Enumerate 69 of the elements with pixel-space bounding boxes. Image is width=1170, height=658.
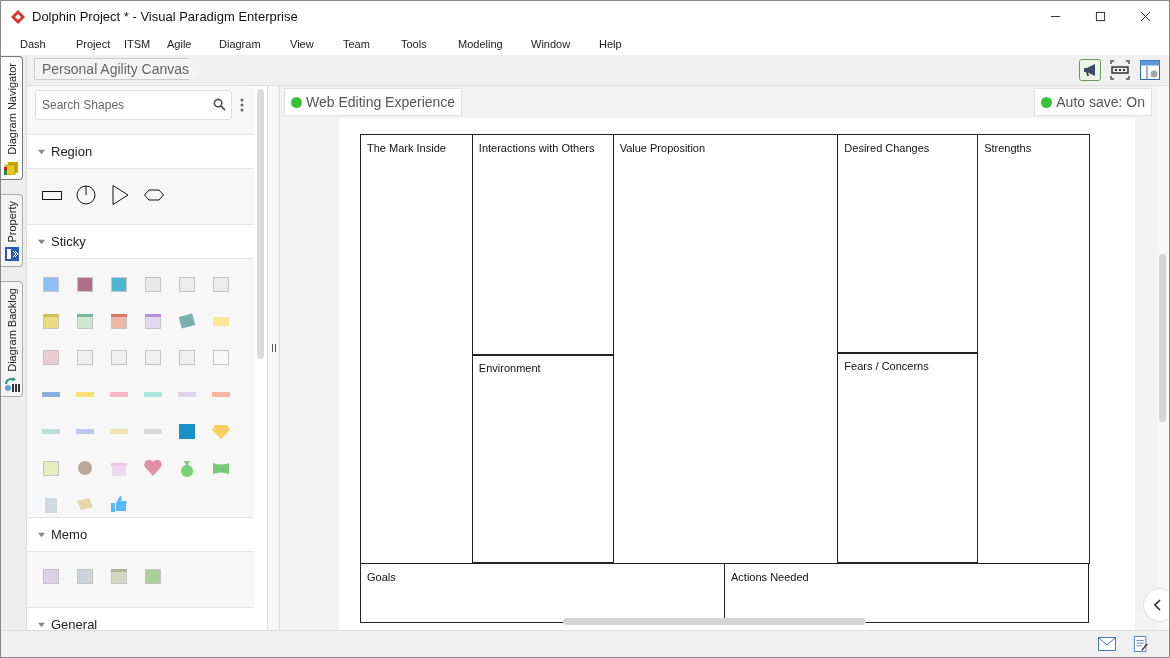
sticky-note-icon[interactable] bbox=[75, 347, 95, 368]
app-logo-icon bbox=[10, 8, 26, 25]
menu-item[interactable]: View bbox=[290, 37, 343, 50]
search-icon[interactable] bbox=[213, 98, 226, 111]
menu-item[interactable]: Window bbox=[531, 37, 599, 50]
canvas-section: Interactions with Others bbox=[471, 134, 614, 356]
canvas-section: Strengths bbox=[977, 134, 1090, 564]
splitter-grip-icon[interactable] bbox=[271, 344, 276, 352]
triangle-shape-icon[interactable] bbox=[109, 184, 131, 206]
sticky-note-icon[interactable] bbox=[143, 274, 163, 294]
sticky-note-icon[interactable] bbox=[41, 347, 61, 368]
sticky-note-icon[interactable] bbox=[109, 494, 129, 515]
side-tab[interactable]: Property bbox=[1, 193, 23, 268]
menu-item[interactable]: ITSM bbox=[124, 37, 167, 50]
note-icon[interactable] bbox=[1132, 636, 1150, 652]
section-header[interactable]: Region bbox=[27, 134, 254, 169]
chevron-left-icon bbox=[1154, 599, 1162, 611]
menu-item[interactable]: Modeling bbox=[458, 37, 531, 50]
backlog-icon bbox=[3, 376, 20, 393]
sticky-note-icon[interactable] bbox=[143, 457, 163, 478]
breadcrumb[interactable]: Personal Agility Canvas bbox=[34, 58, 203, 80]
canvas-section: Fears / Concerns bbox=[837, 352, 979, 563]
close-icon[interactable] bbox=[1140, 11, 1151, 22]
memo-note-icon[interactable] bbox=[109, 566, 129, 586]
sticky-note-icon[interactable] bbox=[211, 347, 231, 368]
property-sheet-icon bbox=[3, 246, 20, 263]
sticky-note-icon[interactable] bbox=[177, 274, 197, 294]
maximize-icon[interactable] bbox=[1095, 11, 1106, 22]
sticky-note-icon[interactable] bbox=[143, 347, 163, 368]
scrollbar-thumb[interactable] bbox=[1159, 254, 1166, 422]
scrollbar-thumb[interactable] bbox=[257, 89, 264, 359]
section-header[interactable]: Sticky bbox=[27, 224, 254, 259]
auto-save-status[interactable]: Auto save: On bbox=[1034, 88, 1152, 116]
canvas-section: The Mark Inside bbox=[360, 134, 473, 564]
side-tab[interactable]: Diagram Backlog bbox=[1, 281, 23, 398]
more-options-icon[interactable] bbox=[240, 98, 244, 112]
menu-item[interactable]: Diagram bbox=[219, 37, 290, 50]
megaphone-icon[interactable] bbox=[1079, 59, 1101, 81]
window-title: Dolphin Project * - Visual Paradigm Enterprise bbox=[32, 9, 298, 24]
menu-item[interactable]: Dash bbox=[20, 37, 76, 50]
clock-shape-icon[interactable] bbox=[75, 184, 97, 206]
caret-down-icon[interactable] bbox=[37, 530, 46, 539]
menu-item[interactable]: Project bbox=[76, 37, 124, 50]
sticky-note-icon[interactable] bbox=[211, 274, 231, 294]
scrollbar-thumb[interactable] bbox=[563, 618, 866, 625]
memo-note-icon[interactable] bbox=[41, 566, 61, 586]
layout-panel-icon[interactable] bbox=[1139, 59, 1161, 81]
search-field[interactable]: Search Shapes bbox=[35, 90, 232, 120]
canvas-section: Desired Changes bbox=[837, 134, 979, 354]
side-tab[interactable]: Diagram Navigator bbox=[1, 56, 23, 180]
memo-note-icon[interactable] bbox=[75, 566, 95, 586]
mail-icon[interactable] bbox=[1098, 636, 1116, 652]
fit-frame-icon[interactable] bbox=[1109, 59, 1131, 81]
sticky-note-icon[interactable] bbox=[41, 274, 61, 294]
sticky-note-icon[interactable] bbox=[109, 347, 129, 368]
sticky-note-icon[interactable] bbox=[177, 347, 197, 368]
section-header[interactable]: General bbox=[27, 607, 254, 630]
caret-down-icon[interactable] bbox=[37, 147, 46, 156]
section-header[interactable]: Memo bbox=[27, 517, 254, 552]
sticky-note-icon[interactable] bbox=[109, 274, 129, 294]
menu-item[interactable]: Agile bbox=[167, 37, 219, 50]
menu-item[interactable]: Team bbox=[343, 37, 401, 50]
canvas-section: Environment bbox=[471, 354, 614, 563]
memo-note-icon[interactable] bbox=[143, 566, 163, 586]
sticky-note-icon[interactable] bbox=[75, 274, 95, 294]
web-editing-status[interactable]: Web Editing Experience bbox=[284, 88, 463, 116]
menu-item[interactable]: Tools bbox=[401, 37, 458, 50]
caret-down-icon[interactable] bbox=[37, 237, 46, 246]
menu-item[interactable]: Help bbox=[599, 37, 655, 50]
